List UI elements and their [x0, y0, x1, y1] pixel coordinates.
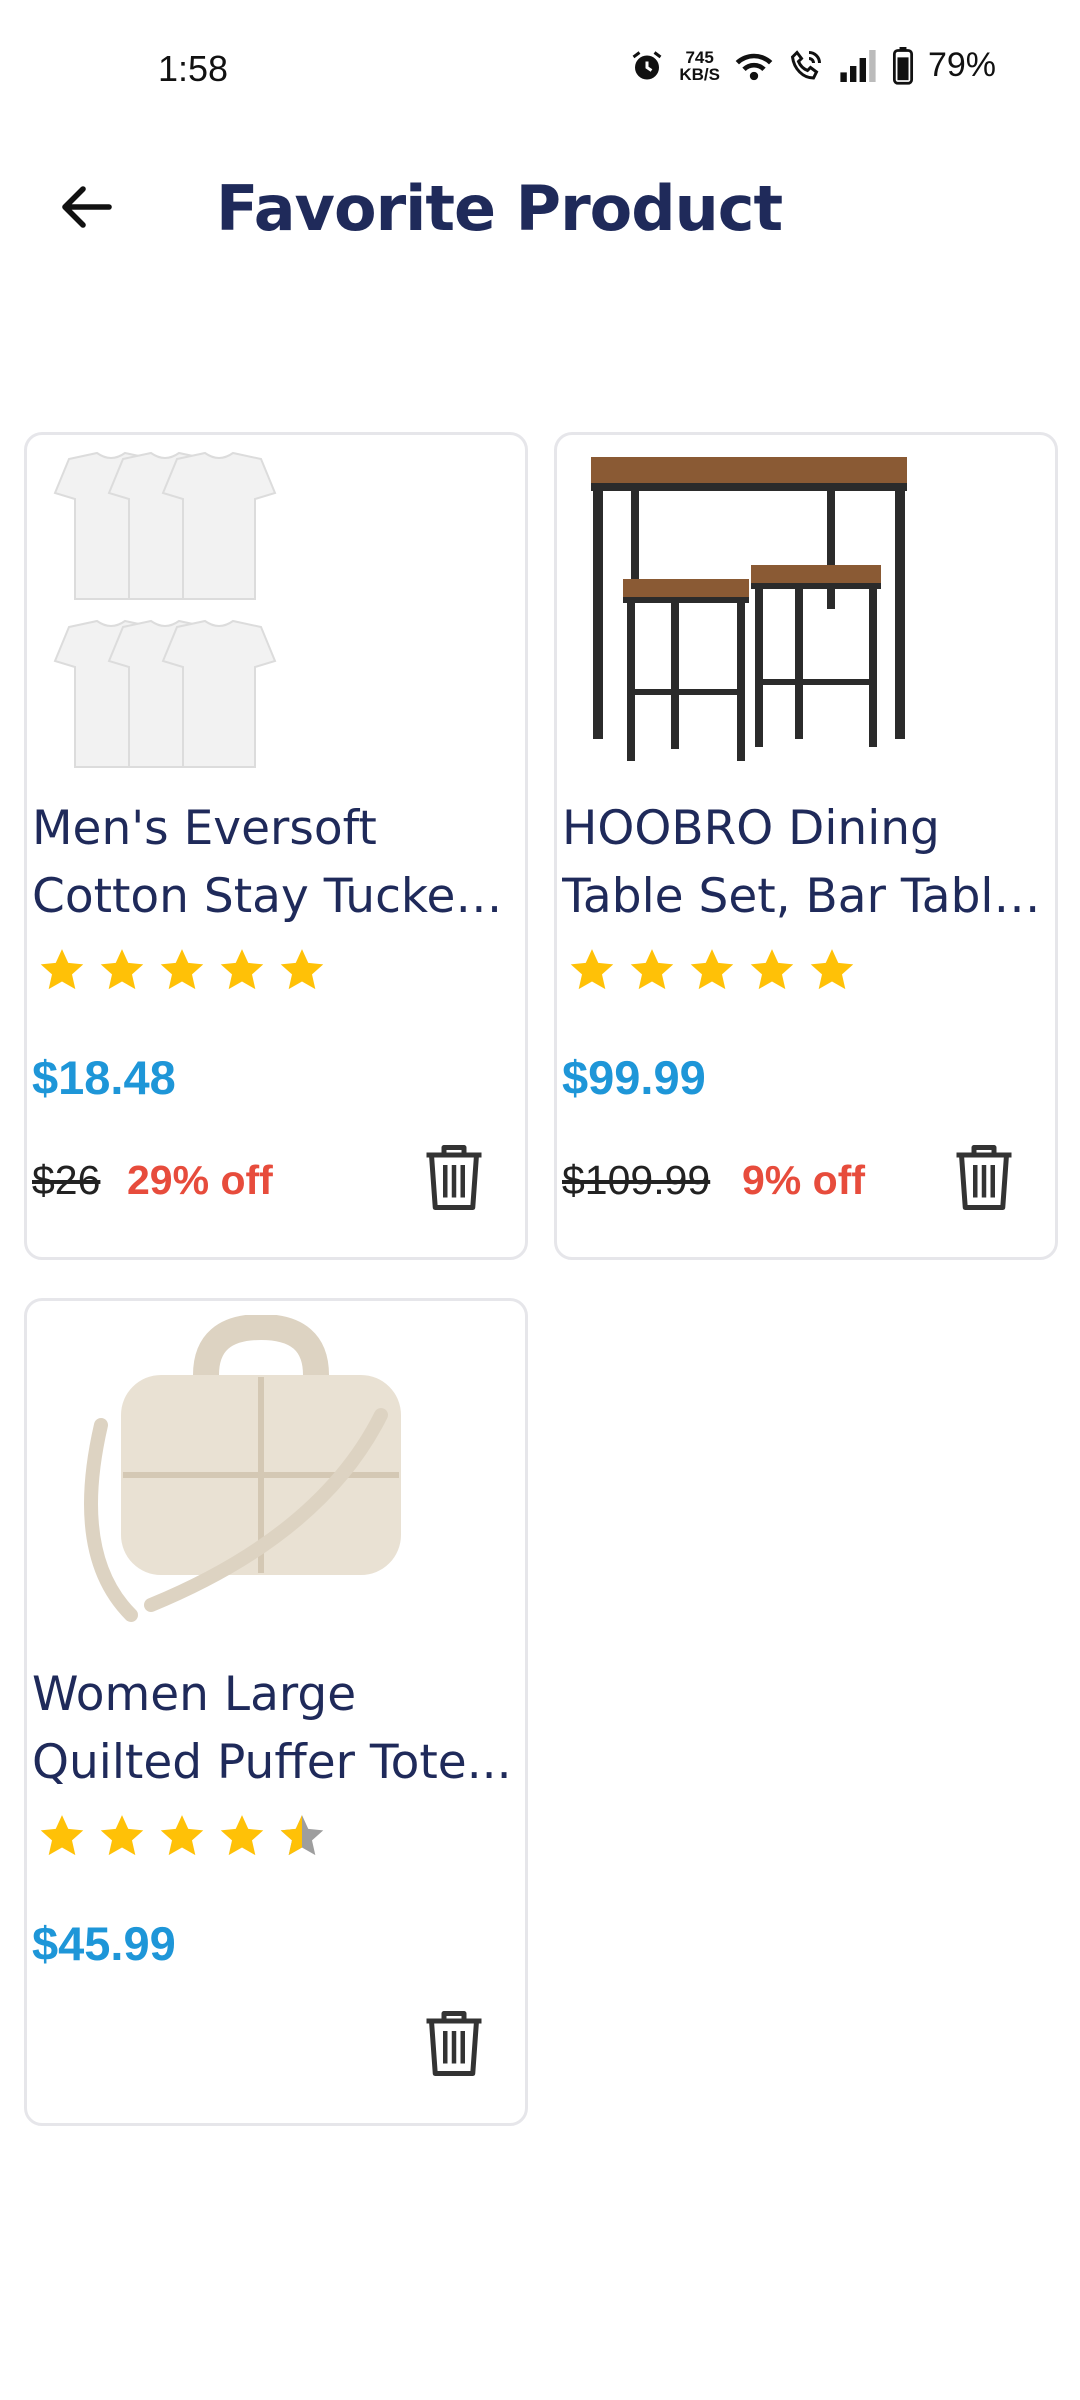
page-title: Favorite Product	[216, 172, 783, 245]
star-icon	[100, 1815, 144, 1856]
net-speed-unit: KB/S	[679, 64, 720, 84]
back-button[interactable]	[50, 172, 120, 242]
product-title-line2: Table Set, Bar Table...	[562, 869, 1057, 924]
discount-badge: 29% off	[127, 1157, 273, 1203]
product-price: $99.99	[562, 1051, 706, 1104]
product-card[interactable]: Women Large Quilted Puffer Tote... $45.9…	[24, 1298, 528, 2126]
original-price: $109.99	[562, 1157, 711, 1203]
wifi-icon	[735, 53, 773, 80]
star-icon	[750, 949, 794, 990]
network-speed: 745 KB/S	[679, 49, 720, 83]
star-icon	[220, 1815, 264, 1856]
star-icon	[810, 949, 854, 990]
signal-icon	[840, 49, 876, 82]
delete-icon[interactable]	[949, 1140, 1019, 1215]
status-bar: 1:58 745 KB/S 79%	[0, 0, 1080, 140]
battery-icon	[892, 46, 913, 85]
battery-percent: 79%	[927, 46, 996, 84]
product-image	[591, 457, 907, 761]
original-price: $26	[32, 1157, 101, 1203]
rating-stars	[567, 945, 857, 995]
product-price: $18.48	[32, 1051, 176, 1104]
wifi-calling-icon	[790, 49, 821, 80]
star-icon	[220, 949, 264, 990]
star-half-icon	[280, 1815, 324, 1856]
star-icon	[160, 1815, 204, 1856]
rating-stars	[37, 1811, 327, 1861]
product-title-line2: Cotton Stay Tucked...	[32, 869, 527, 924]
delete-icon[interactable]	[419, 1140, 489, 1215]
rating-stars	[37, 945, 327, 995]
delete-icon[interactable]	[419, 2006, 489, 2081]
product-title: Men's Eversoft Cotton Stay Tucked...	[32, 795, 527, 931]
product-title-line1: HOOBRO Dining	[562, 801, 940, 856]
status-time: 1:58	[158, 48, 229, 89]
star-icon	[570, 949, 614, 990]
product-image	[84, 1315, 401, 1622]
star-icon	[40, 1815, 84, 1856]
product-title-line1: Women Large	[32, 1667, 357, 1722]
product-image	[53, 451, 277, 768]
star-icon	[690, 949, 734, 990]
discount-badge: 9% off	[742, 1157, 865, 1203]
star-icon	[630, 949, 674, 990]
product-title-line1: Men's Eversoft	[32, 801, 377, 856]
star-icon	[160, 949, 204, 990]
product-title: HOOBRO Dining Table Set, Bar Table...	[562, 795, 1057, 931]
product-title-line2: Quilted Puffer Tote...	[32, 1735, 512, 1790]
status-icons: 745 KB/S 79%	[629, 46, 996, 85]
product-card[interactable]: Men's Eversoft Cotton Stay Tucked... $18…	[24, 432, 528, 1260]
net-speed-value: 745	[685, 47, 714, 67]
star-icon	[100, 949, 144, 990]
app-header: Favorite Product	[0, 150, 1080, 260]
star-icon	[40, 949, 84, 990]
back-arrow-icon	[62, 186, 112, 228]
alarm-icon	[632, 50, 662, 79]
product-price: $45.99	[32, 1917, 176, 1970]
product-card[interactable]: HOOBRO Dining Table Set, Bar Table... $9…	[554, 432, 1058, 1260]
product-title: Women Large Quilted Puffer Tote...	[32, 1661, 525, 1797]
star-icon	[280, 949, 324, 990]
